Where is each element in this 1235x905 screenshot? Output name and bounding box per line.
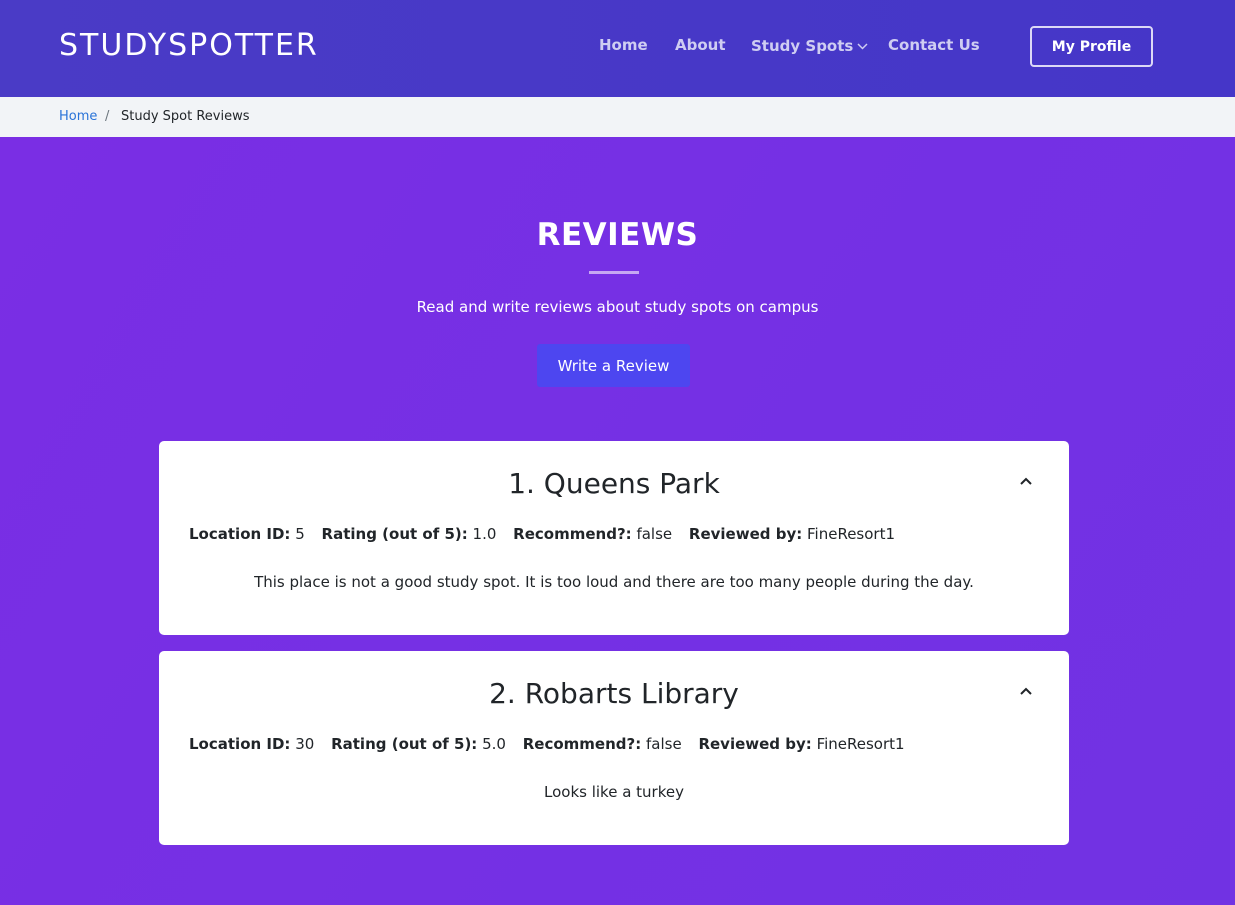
- nav-about[interactable]: About: [675, 36, 726, 54]
- recommend-label: Recommend?:: [522, 735, 642, 753]
- location-id-value: 5: [295, 525, 305, 543]
- breadcrumb-home-link[interactable]: Home: [59, 109, 97, 124]
- location-id-label: Location ID:: [189, 735, 291, 753]
- nav-about-label: About: [675, 36, 726, 54]
- page-title: REVIEWS: [536, 217, 699, 253]
- breadcrumb: Home / Study Spot Reviews: [0, 97, 1235, 137]
- reviewer-value: FineResort1: [807, 525, 896, 543]
- location-id-label: Location ID:: [189, 525, 291, 543]
- nav-contact-label: Contact Us: [888, 36, 980, 54]
- recommend-value: false: [636, 525, 673, 543]
- reviewer-value: FineResort1: [816, 735, 905, 753]
- my-profile-button[interactable]: My Profile: [1030, 26, 1153, 67]
- nav-home[interactable]: Home: [599, 36, 648, 54]
- breadcrumb-current: Study Spot Reviews: [121, 109, 250, 124]
- page-subtitle: Read and write reviews about study spots…: [416, 298, 819, 316]
- review-title: 2. Robarts Library: [489, 677, 739, 710]
- review-card: 2. Robarts Library Location ID: 30 Ratin…: [159, 651, 1069, 845]
- rating-value: 5.0: [482, 735, 506, 753]
- chevron-up-icon[interactable]: [1017, 473, 1035, 491]
- chevron-down-icon: [857, 36, 868, 54]
- recommend-value: false: [645, 735, 682, 753]
- review-card: 1. Queens Park Location ID: 5 Rating (ou…: [159, 441, 1069, 635]
- reviewed-by-label: Reviewed by:: [688, 525, 803, 543]
- review-meta: Location ID: 5 Rating (out of 5): 1.0 Re…: [189, 525, 895, 543]
- review-title: 1. Queens Park: [508, 467, 720, 500]
- review-text: This place is not a good study spot. It …: [254, 573, 974, 591]
- title-divider: [589, 271, 639, 274]
- site-header: STUDYSPOTTER Home About Study Spots Cont…: [0, 0, 1235, 97]
- reviews-section: REVIEWS Read and write reviews about stu…: [0, 137, 1235, 905]
- review-text: Looks like a turkey: [544, 783, 684, 801]
- site-logo[interactable]: STUDYSPOTTER: [59, 28, 319, 63]
- rating-label: Rating (out of 5):: [321, 525, 468, 543]
- nav-home-label: Home: [599, 36, 648, 54]
- location-id-value: 30: [295, 735, 315, 753]
- recommend-label: Recommend?:: [513, 525, 632, 543]
- nav-study-spots-label: Study Spots: [751, 37, 854, 55]
- reviewed-by-label: Reviewed by:: [698, 735, 812, 753]
- chevron-up-icon[interactable]: [1017, 683, 1035, 701]
- rating-label: Rating (out of 5):: [331, 735, 478, 753]
- breadcrumb-separator: /: [105, 109, 110, 124]
- rating-value: 1.0: [472, 525, 497, 543]
- nav-contact-us[interactable]: Contact Us: [888, 36, 980, 54]
- nav-study-spots[interactable]: Study Spots: [751, 36, 868, 55]
- review-meta: Location ID: 30 Rating (out of 5): 5.0 R…: [189, 735, 905, 753]
- write-review-button[interactable]: Write a Review: [537, 344, 690, 387]
